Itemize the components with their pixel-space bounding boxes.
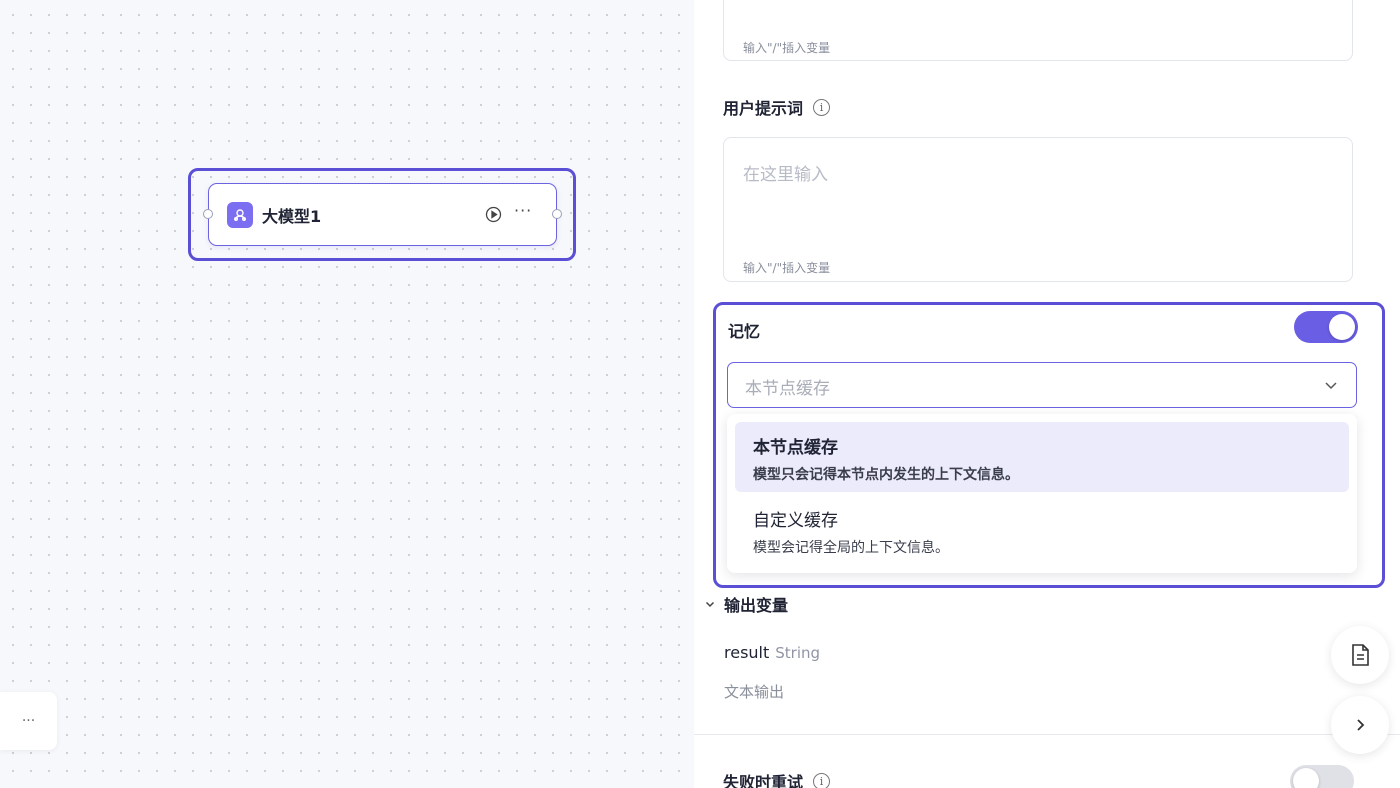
system-prompt-input[interactable]: 输入"/"插入变量 bbox=[723, 0, 1353, 61]
retry-label: 失败时重试 i bbox=[723, 769, 831, 788]
retry-toggle[interactable] bbox=[1290, 765, 1354, 788]
option-description: 模型只会记得本节点内发生的上下文信息。 bbox=[753, 467, 1019, 483]
user-prompt-input[interactable]: 在这里输入 输入"/"插入变量 bbox=[723, 137, 1353, 282]
canvas-more-button[interactable]: ··· bbox=[0, 692, 57, 750]
memory-dropdown-menu: 本节点缓存 模型只会记得本节点内发生的上下文信息。 自定义缓存 模型会记得全局的… bbox=[727, 414, 1357, 573]
output-section-label: 输出变量 bbox=[724, 596, 789, 615]
chevron-down-icon bbox=[704, 595, 716, 614]
document-icon[interactable] bbox=[1331, 626, 1389, 684]
memory-option-node-cache[interactable]: 本节点缓存 模型只会记得本节点内发生的上下文信息。 bbox=[735, 422, 1349, 492]
user-prompt-label: 用户提示词 i bbox=[723, 95, 831, 119]
node-input-port[interactable] bbox=[203, 209, 213, 219]
info-icon[interactable]: i bbox=[813, 772, 831, 788]
llm-brain-icon bbox=[227, 202, 253, 228]
chevron-right-icon[interactable] bbox=[1331, 696, 1389, 754]
toggle-knob bbox=[1329, 314, 1355, 340]
system-prompt-hint: 输入"/"插入变量 bbox=[743, 41, 831, 55]
memory-select[interactable]: 本节点缓存 bbox=[727, 362, 1357, 408]
play-circle-icon[interactable] bbox=[485, 206, 502, 223]
toggle-knob bbox=[1293, 768, 1319, 788]
llm-node[interactable]: 大模型1 ··· bbox=[203, 183, 562, 246]
output-variable-description: 文本输出 bbox=[724, 683, 785, 701]
workflow-canvas[interactable]: 大模型1 ··· ··· bbox=[0, 0, 694, 788]
chevron-down-icon bbox=[1322, 376, 1340, 394]
section-divider bbox=[694, 734, 1400, 735]
info-icon[interactable]: i bbox=[813, 98, 831, 116]
user-prompt-hint: 输入"/"插入变量 bbox=[743, 261, 831, 275]
node-more-button[interactable]: ··· bbox=[514, 201, 532, 220]
option-description: 模型会记得全局的上下文信息。 bbox=[753, 540, 949, 556]
user-prompt-placeholder: 在这里输入 bbox=[743, 165, 828, 185]
output-variable-type: String bbox=[775, 644, 821, 662]
node-title: 大模型1 bbox=[262, 207, 322, 226]
memory-label: 记忆 bbox=[728, 322, 761, 341]
output-variable: result String bbox=[724, 643, 820, 662]
memory-select-value: 本节点缓存 bbox=[745, 379, 830, 399]
memory-option-custom-cache[interactable]: 自定义缓存 模型会记得全局的上下文信息。 bbox=[735, 495, 1349, 565]
output-section-header[interactable]: 输出变量 bbox=[704, 592, 788, 616]
memory-toggle[interactable] bbox=[1294, 311, 1358, 343]
option-title: 本节点缓存 bbox=[753, 438, 838, 458]
node-config-panel: 输入"/"插入变量 用户提示词 i 在这里输入 输入"/"插入变量 记忆 本节点… bbox=[694, 0, 1400, 788]
option-title: 自定义缓存 bbox=[753, 511, 838, 531]
node-output-port[interactable] bbox=[552, 209, 562, 219]
output-variable-name: result bbox=[724, 643, 770, 662]
